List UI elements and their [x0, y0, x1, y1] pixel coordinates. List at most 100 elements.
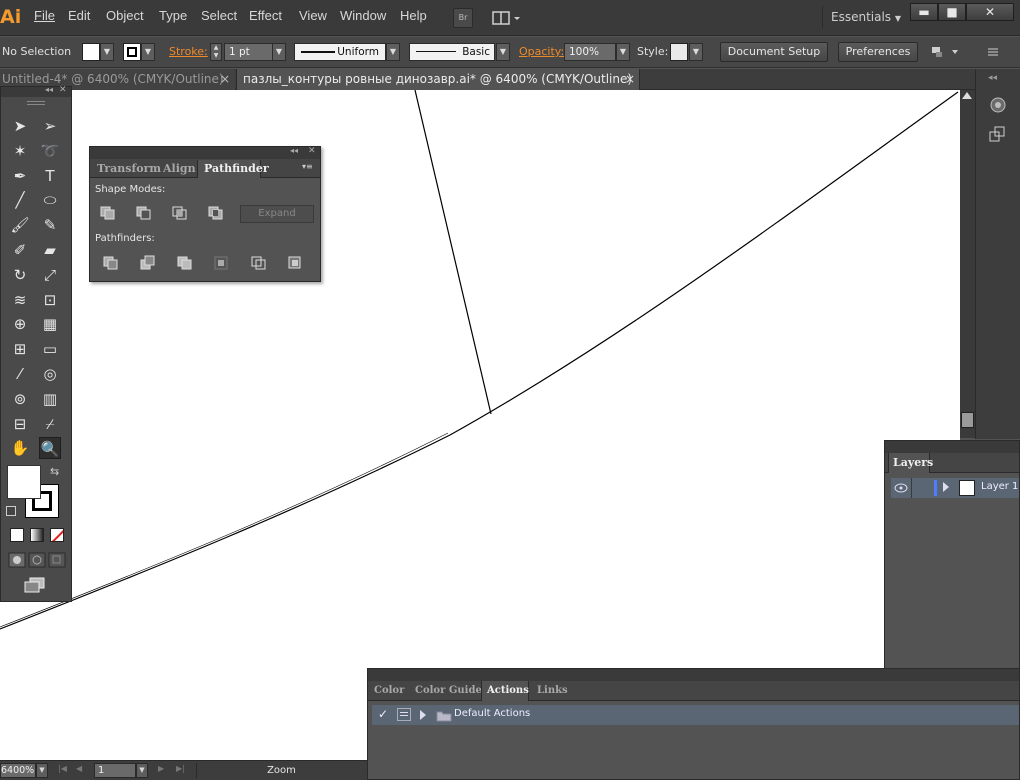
blob-brush-icon[interactable]: ✐ — [9, 239, 31, 261]
shape-mode-buttons[interactable] — [100, 205, 230, 221]
close-tab-icon[interactable]: × — [625, 69, 635, 90]
none-mode-icon[interactable] — [50, 528, 64, 542]
menu-view[interactable]: View — [299, 8, 327, 23]
artboards-icon[interactable] — [986, 123, 1010, 147]
dock-collapse-icon[interactable]: ◂◂ — [988, 73, 1008, 83]
tab-dinosaur-puzzle[interactable]: пазлы_контуры ровные динозавр.ai* @ 6400… — [236, 69, 640, 90]
pencil-icon[interactable]: ✎ — [39, 214, 61, 236]
menu-help[interactable]: Help — [400, 8, 427, 23]
zoom-field[interactable]: 6400% — [0, 763, 36, 778]
column-graph-icon[interactable]: ▥ — [39, 388, 61, 410]
preferences-button[interactable]: Preferences — [838, 42, 918, 62]
close-panel-icon[interactable]: ✕ — [308, 146, 316, 156]
menu-effect[interactable]: Effect — [249, 8, 282, 23]
action-set-name[interactable]: Default Actions — [454, 708, 530, 719]
lasso-icon[interactable]: ➰ — [39, 140, 61, 162]
opacity-dropdown[interactable]: ▼ — [616, 43, 630, 61]
appearance-icon[interactable] — [986, 93, 1010, 117]
close-button[interactable]: ✕ — [966, 3, 1014, 21]
menu-type[interactable]: Type — [159, 8, 187, 23]
straight-path[interactable] — [414, 90, 492, 415]
scroll-up-icon[interactable] — [962, 92, 972, 99]
visibility-eye-icon[interactable] — [893, 482, 909, 494]
tab-color[interactable]: Color — [374, 683, 404, 699]
stroke-dropdown[interactable]: ▼ — [141, 43, 155, 61]
direct-selection-icon[interactable]: ➢ — [39, 115, 61, 137]
align-options-button[interactable] — [928, 44, 962, 60]
screen-mode-button[interactable] — [22, 576, 48, 594]
toggle-checkmark-icon[interactable]: ✓ — [378, 707, 388, 721]
panel-menu-icon[interactable]: ▾≡ — [302, 162, 313, 171]
tab-links[interactable]: Links — [537, 683, 568, 699]
style-swatch[interactable] — [670, 43, 688, 61]
collapse-icon[interactable]: ◂◂ — [290, 146, 298, 155]
close-panel-icon[interactable]: ✕ — [59, 85, 67, 95]
document-setup-button[interactable]: Document Setup — [720, 42, 828, 62]
workspace-switcher[interactable]: Essentials ▼ — [822, 6, 902, 28]
stroke-weight-field[interactable]: 1 pt — [224, 43, 274, 61]
close-tab-icon[interactable]: × — [220, 69, 230, 90]
grip-icon[interactable] — [27, 101, 45, 105]
layer-name[interactable]: Layer 1 — [981, 481, 1018, 492]
fill-swatch[interactable] — [82, 43, 100, 61]
tab-transform[interactable]: Transform — [97, 160, 161, 178]
bridge-button[interactable]: Br — [453, 8, 473, 28]
tab-layers[interactable]: Layers — [888, 453, 933, 473]
free-transform-icon[interactable]: ⊡ — [39, 289, 61, 311]
next-artboard-icon[interactable]: ▶ — [158, 764, 164, 773]
artboard-icon[interactable]: ⊟ — [9, 413, 31, 435]
variable-width-profile[interactable]: Uniform — [294, 43, 386, 61]
perspective-grid-icon[interactable]: ▦ — [39, 313, 61, 335]
tab-actions[interactable]: Actions — [481, 681, 529, 701]
expand-layer-icon[interactable] — [943, 482, 949, 492]
panel-header[interactable] — [368, 669, 1019, 681]
symbol-sprayer-icon[interactable]: ⊚ — [9, 388, 31, 410]
shape-builder-icon[interactable]: ⊕ — [9, 313, 31, 335]
tab-align[interactable]: Align — [163, 160, 196, 178]
type-icon[interactable]: T — [39, 165, 61, 187]
default-fill-stroke-icon[interactable] — [6, 506, 16, 516]
stroke-swatch[interactable] — [123, 43, 141, 61]
control-panel-menu-button[interactable] — [984, 44, 1002, 60]
collapse-icon[interactable]: ◂◂ — [45, 85, 53, 94]
action-set-row[interactable]: ✓ Default Actions — [372, 705, 1019, 725]
profile-dropdown[interactable]: ▼ — [386, 43, 400, 61]
panel-header[interactable] — [885, 441, 1019, 453]
ellipse-icon[interactable]: ⬭ — [39, 189, 61, 211]
menu-file[interactable]: File — [34, 8, 55, 23]
layer-row[interactable]: Layer 1 — [891, 478, 1019, 498]
brush-definition[interactable]: Basic — [409, 43, 495, 61]
style-dropdown[interactable]: ▼ — [689, 43, 703, 61]
rotate-icon[interactable]: ↻ — [9, 264, 31, 286]
selection-icon[interactable]: ➤ — [9, 115, 31, 137]
zoom-dropdown[interactable]: ▼ — [36, 763, 48, 778]
brush-dropdown[interactable]: ▼ — [496, 43, 510, 61]
dialog-toggle-icon[interactable] — [397, 708, 411, 721]
scale-icon[interactable]: ⤢ — [39, 264, 61, 286]
tab-pathfinder[interactable]: Pathfinder — [197, 160, 269, 178]
scroll-thumb[interactable] — [961, 412, 974, 428]
stroke-weight-stepper[interactable]: ▲ ▼ — [210, 43, 222, 61]
expand-set-icon[interactable] — [420, 710, 426, 720]
arrange-documents-button[interactable] — [490, 8, 522, 28]
first-artboard-icon[interactable]: |◀ — [58, 764, 67, 773]
eyedropper-icon[interactable]: ⁄ — [9, 363, 31, 385]
artboard-number-field[interactable]: 1 — [94, 763, 136, 778]
line-icon[interactable]: ╱ — [9, 189, 31, 211]
last-artboard-icon[interactable]: ▶| — [176, 764, 185, 773]
fill-color-box[interactable] — [7, 465, 41, 499]
panel-header[interactable]: ◂◂ ✕ — [90, 146, 320, 159]
tab-color-guide[interactable]: Color Guide — [415, 683, 482, 699]
slice-icon[interactable]: ⌿ — [39, 413, 61, 435]
maximize-button[interactable]: ■ — [938, 3, 966, 21]
zoom-icon[interactable]: 🔍 — [39, 437, 61, 460]
pathfinder-buttons[interactable] — [102, 255, 312, 271]
stroke-weight-dropdown[interactable]: ▼ — [272, 43, 286, 61]
opacity-label[interactable]: Opacity: — [519, 45, 564, 58]
paintbrush-icon[interactable]: 🖌 — [9, 214, 31, 236]
pen-icon[interactable]: ✒ — [9, 165, 31, 187]
toolbox-header[interactable]: ◂◂ ✕ — [1, 85, 71, 97]
menu-edit[interactable]: Edit — [68, 8, 90, 23]
color-mode-icon[interactable] — [10, 528, 24, 542]
mesh-icon[interactable]: ⊞ — [9, 338, 31, 360]
